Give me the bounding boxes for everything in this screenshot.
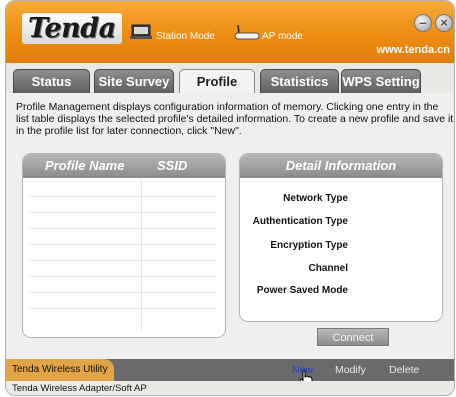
table-row[interactable] — [29, 244, 216, 245]
column-ssid[interactable]: SSID — [157, 154, 187, 178]
table-row[interactable] — [29, 308, 216, 309]
tab-statistics[interactable]: Statistics — [260, 69, 339, 93]
ap-mode-icon[interactable] — [234, 25, 260, 41]
table-row[interactable] — [29, 228, 216, 229]
detail-information-panel: Detail Information Network Type Authenti… — [239, 153, 443, 322]
modify-button[interactable]: Modify — [335, 364, 366, 376]
field-authentication-type: Authentication Type — [252, 216, 348, 227]
website-label: www.tenda.cn — [376, 44, 450, 56]
detail-panel-header: Detail Information — [240, 154, 442, 178]
close-button[interactable]: × — [435, 14, 453, 32]
close-icon: × — [440, 15, 448, 30]
table-row[interactable] — [29, 260, 216, 261]
app-window: Tenda Station Mode AP mode – × www.tenda… — [5, 0, 455, 396]
minimize-button[interactable]: – — [414, 14, 432, 32]
column-profile-name[interactable]: Profile Name — [45, 154, 124, 178]
profile-list-table[interactable]: Profile Name SSID — [22, 153, 226, 338]
table-row[interactable] — [29, 276, 216, 277]
tab-wps-setting[interactable]: WPS Setting — [341, 69, 421, 93]
tab-site-survey[interactable]: Site Survey — [94, 69, 174, 93]
header-bar: Tenda Station Mode AP mode – × www.tenda… — [6, 1, 454, 63]
field-power-saved-mode: Power Saved Mode — [256, 285, 348, 296]
delete-button[interactable]: Delete — [389, 364, 419, 376]
station-mode-icon[interactable] — [130, 23, 152, 41]
profile-description: Profile Management displays configuratio… — [16, 101, 454, 137]
utility-tab[interactable]: Tenda Wireless Utility — [6, 359, 114, 381]
table-row[interactable] — [29, 196, 216, 197]
minimize-icon: – — [419, 15, 427, 30]
connect-button[interactable]: Connect — [317, 328, 389, 346]
table-row[interactable] — [29, 292, 216, 293]
field-channel: Channel — [308, 263, 348, 274]
tab-bar: Status Site Survey Profile Statistics WP… — [6, 63, 454, 93]
profile-table-header: Profile Name SSID — [23, 154, 225, 178]
station-mode-label[interactable]: Station Mode — [156, 31, 215, 42]
status-bar: Tenda Wireless Adapter/Soft AP — [6, 381, 454, 395]
tab-profile[interactable]: Profile — [179, 69, 255, 93]
tab-status[interactable]: Status — [13, 69, 90, 93]
field-network-type: Network Type — [283, 193, 348, 204]
tenda-logo: Tenda — [22, 13, 122, 44]
table-row[interactable] — [29, 212, 216, 213]
detail-title: Detail Information — [285, 158, 397, 173]
field-encryption-type: Encryption Type — [270, 240, 348, 251]
ap-mode-label[interactable]: AP mode — [262, 31, 303, 42]
